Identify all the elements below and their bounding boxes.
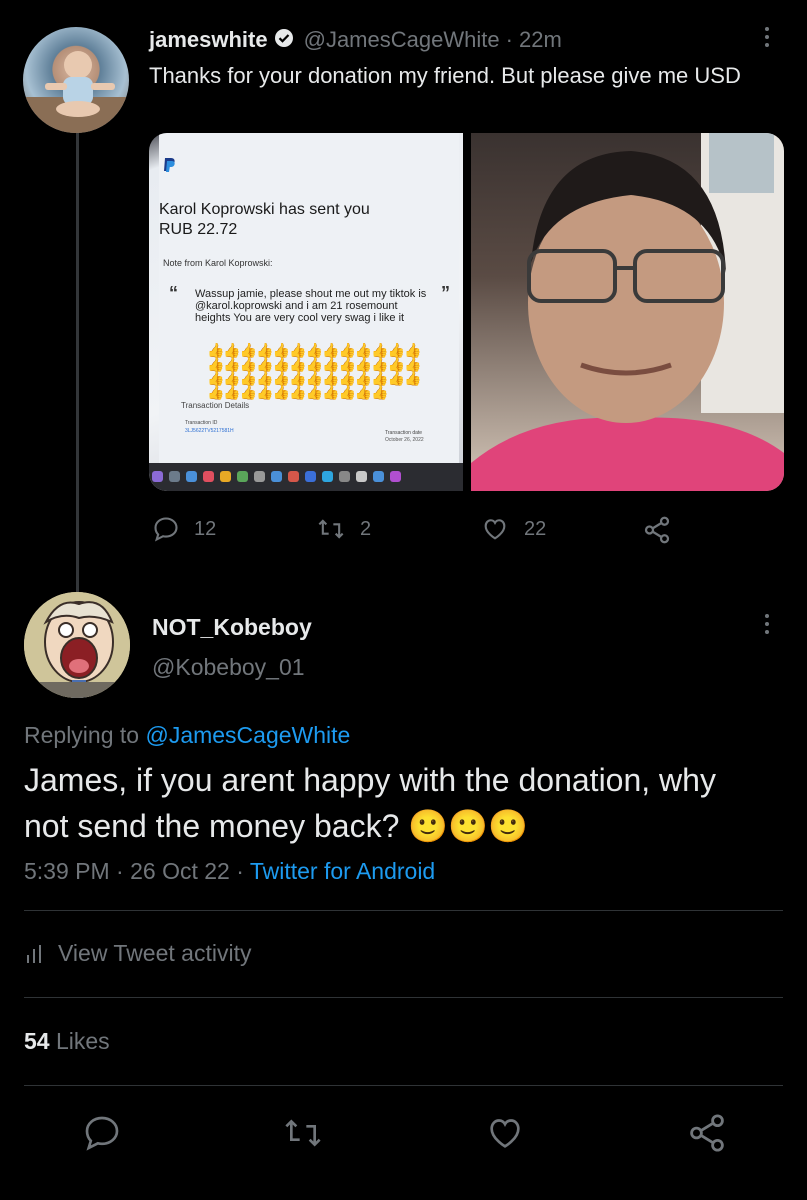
paypal-receipt: Karol Koprowski has sent you RUB 22.72 N… [159,133,459,463]
note-close-quote: ” [441,283,450,303]
activity-icon [27,944,41,963]
view-activity-label: View Tweet activity [58,940,252,966]
receipt-details-label: Transaction Details [181,401,250,410]
transaction-id-label: Transaction ID [185,420,218,426]
retweet-button[interactable] [282,1113,324,1158]
divider [24,997,783,998]
avatar-kobeboy[interactable] [24,592,130,698]
likes-summary[interactable]: 54 Likes [24,1028,110,1055]
more-icon[interactable] [765,614,771,638]
reply-icon [85,1116,119,1151]
slightly-smiling-emojis: 🙂🙂🙂 [408,808,528,844]
retweet-count: 2 [360,517,372,540]
avatar-jameswhite[interactable] [23,27,129,133]
like-button[interactable] [484,1113,526,1158]
retweet-icon [285,1119,321,1147]
receipt-heading: Karol Koprowski has sent you [159,201,370,218]
tweet-media[interactable]: Karol Koprowski has sent you RUB 22.72 N… [149,133,784,491]
like-button[interactable]: 22 [480,515,546,543]
like-icon [484,519,506,540]
replying-prefix: Replying to [24,722,140,748]
like-count: 22 [524,517,547,540]
receipt-amount: RUB 22.72 [159,221,238,238]
like-icon [490,1119,520,1148]
tweet-timestamp[interactable]: · 22m [506,27,562,53]
media-image-paypal-screenshot[interactable]: Karol Koprowski has sent you RUB 22.72 N… [149,133,463,491]
retweet-icon [318,519,344,539]
transaction-date-label: Transaction date [385,430,423,436]
tweet-source[interactable]: Twitter for Android [250,858,435,884]
receipt-note: Wassup jamie, please shout me out my tik… [195,288,427,324]
share-icon [644,516,670,544]
note-open-quote: “ [169,283,178,303]
reply-count: 12 [194,517,217,540]
author-handle[interactable]: @JamesCageWhite [304,27,500,53]
receipt-note-label: Note from Karol Koprowski: [163,258,273,268]
reply-icon [154,517,178,542]
divider [24,910,783,911]
thread-connector [76,130,79,593]
share-button[interactable] [686,1112,728,1159]
transaction-date: October 26, 2022 [385,437,424,443]
view-activity-button[interactable]: View Tweet activity [24,940,251,967]
author-name[interactable]: NOT_Kobeboy [152,614,312,641]
thumbs-up-emojis: 👍👍👍👍👍👍👍👍👍👍👍👍👍👍👍👍👍👍👍👍👍👍👍👍👍👍👍👍👍👍👍👍👍👍👍👍👍👍👍👍… [207,342,422,400]
tweet-timestamp[interactable]: 5:39 PM · 26 Oct 22 · [24,858,244,884]
reply-button[interactable] [82,1113,122,1158]
media-image-selfie[interactable] [471,133,784,491]
more-icon[interactable] [765,27,771,51]
tweet-text: James, if you arent happy with the donat… [24,762,716,844]
tweet-text: Thanks for your donation my friend. But … [149,63,741,88]
transaction-id: 3LJ5622TV5217581H [185,428,234,434]
author-name[interactable]: jameswhite [149,27,268,53]
author-handle[interactable]: @Kobeboy_01 [152,654,305,681]
reply-button[interactable]: 12 [152,515,216,543]
divider [24,1085,783,1086]
share-icon [690,1114,724,1152]
share-button[interactable] [642,515,672,545]
verified-badge-icon [274,28,294,53]
replying-to-link[interactable]: @JamesCageWhite [145,722,350,748]
retweet-button[interactable]: 2 [316,515,371,543]
likes-label: Likes [55,1028,110,1054]
likes-count: 54 [24,1028,50,1054]
mac-dock [149,463,463,491]
paypal-logo-icon [164,158,175,172]
